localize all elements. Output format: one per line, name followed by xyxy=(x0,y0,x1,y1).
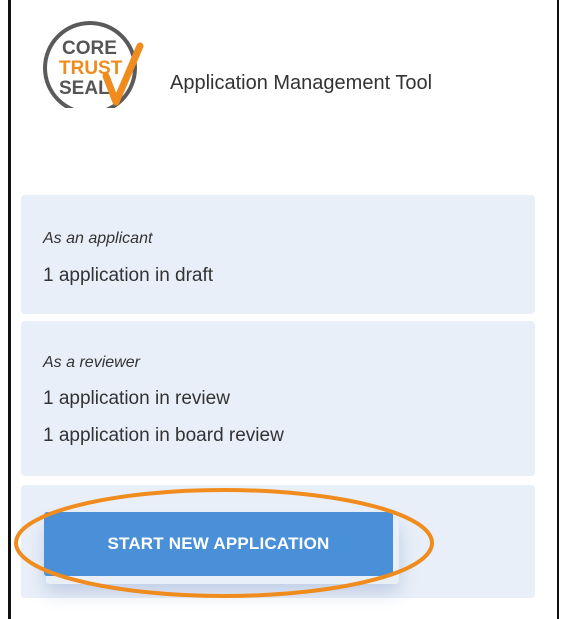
left-border xyxy=(8,0,11,619)
applicant-role-label: As an applicant xyxy=(43,230,153,247)
applicant-draft-count[interactable]: 1 application in draft xyxy=(43,265,213,287)
logo-text-trust: TRUST xyxy=(59,58,123,79)
reviewer-card: As a reviewer 1 application in review 1 … xyxy=(21,321,535,476)
page-frame: CORE TRUST SEAL Application Management T… xyxy=(0,0,569,619)
reviewer-role-label: As a reviewer xyxy=(43,354,140,371)
core-trust-seal-logo-icon: CORE TRUST SEAL xyxy=(40,18,160,138)
applicant-card: As an applicant 1 application in draft xyxy=(21,195,535,314)
reviewer-board-review-count[interactable]: 1 application in board review xyxy=(43,425,284,447)
header: CORE TRUST SEAL Application Management T… xyxy=(40,18,540,138)
start-new-application-button[interactable]: START NEW APPLICATION xyxy=(44,512,393,576)
app-title: Application Management Tool xyxy=(170,72,433,94)
logo-text-seal: SEAL xyxy=(59,78,110,99)
logo-text-core: CORE xyxy=(62,38,117,59)
right-border xyxy=(557,0,559,619)
reviewer-review-count[interactable]: 1 application in review xyxy=(43,388,230,410)
